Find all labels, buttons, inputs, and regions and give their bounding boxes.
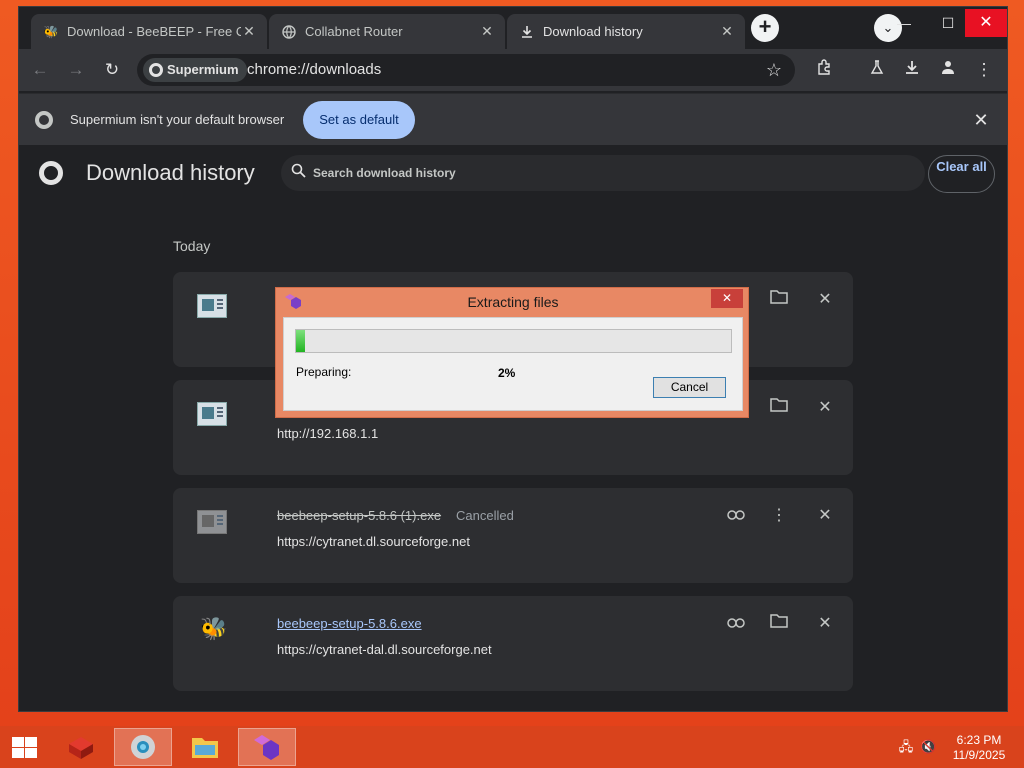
network-icon[interactable]: 🖧 bbox=[898, 740, 914, 754]
clock-date: 11/9/2025 bbox=[952, 748, 1006, 762]
remove-icon[interactable]: ✕ bbox=[813, 614, 837, 634]
menu-icon[interactable]: ⋮ bbox=[971, 57, 997, 83]
file-source-url: https://cytranet-dal.dl.sourceforge.net bbox=[277, 642, 492, 657]
link-icon[interactable] bbox=[724, 614, 748, 634]
browser-icon bbox=[131, 735, 155, 759]
search-input[interactable] bbox=[313, 155, 913, 191]
extracting-files-dialog: Extracting files ✕ Preparing: 2% Cancel bbox=[275, 287, 749, 418]
bee-icon: 🐝 bbox=[43, 24, 59, 39]
tab-download-history[interactable]: Download history ✕ bbox=[507, 14, 745, 49]
remove-icon[interactable]: ✕ bbox=[813, 398, 837, 418]
folder-icon[interactable] bbox=[767, 290, 791, 310]
progress-bar bbox=[295, 329, 732, 353]
installer-icon bbox=[197, 402, 227, 426]
new-tab-button[interactable]: + bbox=[751, 14, 779, 42]
set-as-default-button[interactable]: Set as default bbox=[303, 101, 415, 139]
installer-icon bbox=[197, 510, 227, 534]
close-icon[interactable]: ✕ bbox=[969, 108, 993, 132]
file-name[interactable]: beebeep-setup-5.8.6.exe bbox=[277, 616, 422, 631]
file-name: beebeep-setup-5.8.6 (1).exe bbox=[277, 508, 442, 523]
reload-button[interactable]: ↻ bbox=[99, 57, 125, 83]
address-bar[interactable]: Supermium chrome://downloads ☆ bbox=[137, 54, 795, 86]
taskbar: 🖧 🔇 6:23 PM 11/9/2025 bbox=[0, 726, 1024, 768]
downloads-icon[interactable] bbox=[899, 57, 925, 83]
installer-icon bbox=[197, 294, 227, 318]
tab-collabnet-router[interactable]: Collabnet Router ✕ bbox=[269, 14, 505, 49]
installer-logo-icon bbox=[284, 293, 302, 309]
windows-logo-icon bbox=[12, 737, 24, 747]
page-title: Download history bbox=[86, 160, 255, 185]
download-status: Cancelled bbox=[456, 508, 514, 523]
more-options-icon[interactable]: ⋮ bbox=[767, 506, 791, 526]
clear-all-button[interactable]: Clear all bbox=[928, 155, 995, 193]
tab-title: Download - BeeBEEP - Free Offi bbox=[67, 24, 241, 39]
forward-button[interactable]: → bbox=[63, 57, 89, 83]
download-icon bbox=[519, 24, 535, 40]
site-chip-label: Supermium bbox=[167, 62, 239, 77]
date-section-label: Today bbox=[173, 238, 211, 254]
file-source-url: http://192.168.1.1 bbox=[277, 426, 379, 441]
search-box[interactable] bbox=[281, 155, 925, 191]
minimize-button[interactable]: — bbox=[889, 13, 919, 33]
search-icon bbox=[291, 163, 306, 182]
url-text[interactable]: chrome://downloads bbox=[247, 54, 381, 86]
bee-icon: 🐝 bbox=[200, 616, 228, 641]
file-source-url: https://cytranet.dl.sourceforge.net bbox=[277, 534, 470, 549]
download-item: 🐝 beebeep-setup-5.8.6.exe https://cytran… bbox=[173, 596, 853, 691]
tab-title: Collabnet Router bbox=[305, 24, 403, 39]
close-icon[interactable]: ✕ bbox=[479, 23, 495, 40]
remove-icon[interactable]: ✕ bbox=[813, 506, 837, 526]
folder-icon[interactable] bbox=[767, 614, 791, 634]
supermium-icon bbox=[149, 63, 163, 77]
browser-toolbar: ← → ↻ Supermium chrome://downloads ☆ ⋮ bbox=[19, 49, 1007, 91]
dialog-body: Preparing: 2% Cancel bbox=[283, 317, 743, 411]
default-browser-infobar: Supermium isn't your default browser Set… bbox=[19, 93, 1007, 145]
volume-muted-icon[interactable]: 🔇 bbox=[920, 740, 936, 754]
profile-icon[interactable] bbox=[935, 57, 961, 83]
tab-beebeep[interactable]: 🐝 Download - BeeBEEP - Free Offi ✕ bbox=[31, 14, 267, 49]
close-icon[interactable]: ✕ bbox=[241, 23, 257, 40]
clock-time: 6:23 PM bbox=[956, 733, 1002, 747]
cancel-button[interactable]: Cancel bbox=[653, 377, 726, 398]
close-icon[interactable]: ✕ bbox=[719, 23, 735, 40]
toolbox-icon bbox=[69, 737, 93, 759]
globe-icon bbox=[281, 24, 297, 40]
extensions-icon[interactable] bbox=[811, 57, 837, 83]
dialog-close-button[interactable]: ✕ bbox=[711, 289, 743, 308]
folder-icon bbox=[192, 738, 218, 758]
taskbar-app-installer[interactable] bbox=[238, 728, 296, 766]
dialog-title: Extracting files bbox=[467, 294, 559, 310]
tab-strip: 🐝 Download - BeeBEEP - Free Offi ✕ Colla… bbox=[19, 7, 1007, 49]
progress-fill bbox=[296, 330, 305, 352]
infobar-message: Supermium isn't your default browser bbox=[70, 112, 285, 127]
status-label: Preparing: bbox=[296, 365, 352, 379]
site-info-chip[interactable]: Supermium bbox=[143, 58, 247, 82]
folder-icon[interactable] bbox=[767, 398, 791, 418]
taskbar-app-toolbox[interactable] bbox=[52, 728, 110, 766]
download-item: beebeep-setup-5.8.6 (1).exe Cancelled ht… bbox=[173, 488, 853, 583]
start-button[interactable] bbox=[10, 735, 38, 759]
taskbar-clock[interactable]: 6:23 PM 11/9/2025 bbox=[944, 733, 1014, 763]
link-icon[interactable] bbox=[724, 506, 748, 526]
window-close-button[interactable]: ✕ bbox=[965, 9, 1007, 37]
taskbar-app-browser[interactable] bbox=[114, 728, 172, 766]
supermium-logo-icon bbox=[39, 161, 63, 185]
taskbar-app-explorer[interactable] bbox=[176, 728, 234, 766]
bookmark-star-icon[interactable]: ☆ bbox=[761, 57, 787, 83]
maximize-button[interactable]: ☐ bbox=[933, 13, 963, 33]
progress-percent: 2% bbox=[498, 366, 516, 380]
labs-icon[interactable] bbox=[864, 57, 890, 83]
installer-logo-icon bbox=[254, 735, 279, 760]
tab-title: Download history bbox=[543, 24, 643, 39]
downloads-page: Download history Clear all Today ✕ http:… bbox=[19, 146, 1007, 711]
supermium-icon bbox=[35, 111, 53, 129]
remove-icon[interactable]: ✕ bbox=[813, 290, 837, 310]
back-button[interactable]: ← bbox=[27, 57, 53, 83]
